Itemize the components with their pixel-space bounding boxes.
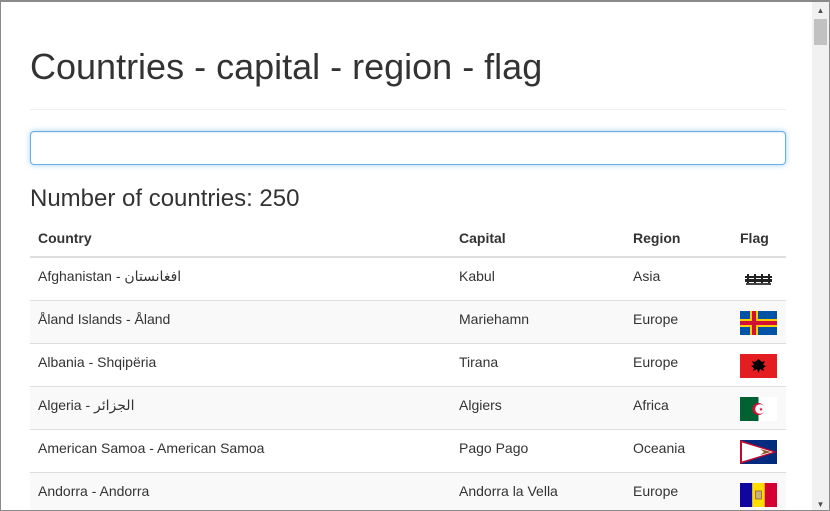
cell-country: Andorra - Andorra (30, 471, 451, 510)
aland-flag-icon (740, 310, 777, 335)
andorra-flag-icon (740, 482, 777, 507)
cell-region: Europe (625, 471, 732, 510)
scroll-down-arrow-icon[interactable]: ▼ (812, 496, 829, 510)
page-title: Countries - capital - region - flag (30, 46, 543, 87)
cell-country: Albania - Shqipëria (30, 342, 451, 386)
cell-country: Åland Islands - Åland (30, 299, 451, 343)
albania-flag-icon (740, 353, 777, 378)
cell-country: Algeria - الجزائر (30, 385, 451, 429)
cell-capital: Pago Pago (451, 428, 625, 472)
american-samoa-flag-icon (740, 439, 777, 464)
title-divider (30, 109, 786, 110)
search-input[interactable] (30, 131, 786, 165)
table-row: Åland Islands - Åland Mariehamn Europe (30, 299, 786, 343)
header-region: Region (625, 219, 732, 258)
cell-capital: Andorra la Vella (451, 471, 625, 510)
cell-region: Oceania (625, 428, 732, 472)
cell-flag (732, 471, 786, 510)
cell-region: Africa (625, 385, 732, 429)
cell-flag (732, 342, 786, 386)
cell-country: Afghanistan - افغانستان (30, 256, 451, 300)
browser-viewport: Countries - capital - region - flag Numb… (0, 0, 830, 511)
header-country: Country (30, 219, 451, 258)
scroll-up-arrow-icon[interactable]: ▲ (812, 2, 829, 19)
cell-flag (732, 428, 786, 472)
vertical-scrollbar[interactable]: ▲ ▼ (812, 2, 829, 510)
table-row: American Samoa - American Samoa Pago Pag… (30, 428, 786, 472)
cell-region: Europe (625, 342, 732, 386)
cell-capital: Mariehamn (451, 299, 625, 343)
algeria-flag-icon (740, 396, 777, 421)
afghanistan-flag-icon (740, 268, 777, 292)
cell-country: American Samoa - American Samoa (30, 428, 451, 472)
cell-region: Europe (625, 299, 732, 343)
cell-capital: Kabul (451, 256, 625, 300)
table-row: Algeria - الجزائر Algiers Africa (30, 385, 786, 429)
cell-region: Asia (625, 256, 732, 300)
table-header-row: Country Capital Region Flag (30, 219, 786, 258)
cell-flag (732, 256, 786, 300)
countries-table: Country Capital Region Flag Afghanistan … (30, 219, 786, 510)
country-count: Number of countries: 250 (30, 185, 300, 212)
scrollbar-thumb[interactable] (814, 19, 827, 45)
cell-flag (732, 299, 786, 343)
cell-capital: Tirana (451, 342, 625, 386)
cell-flag (732, 385, 786, 429)
header-flag: Flag (732, 219, 786, 258)
table-row: Afghanistan - افغانستان Kabul Asia (30, 256, 786, 300)
table-row: Andorra - Andorra Andorra la Vella Europ… (30, 471, 786, 510)
header-capital: Capital (451, 219, 625, 258)
cell-capital: Algiers (451, 385, 625, 429)
table-row: Albania - Shqipëria Tirana Europe (30, 342, 786, 386)
